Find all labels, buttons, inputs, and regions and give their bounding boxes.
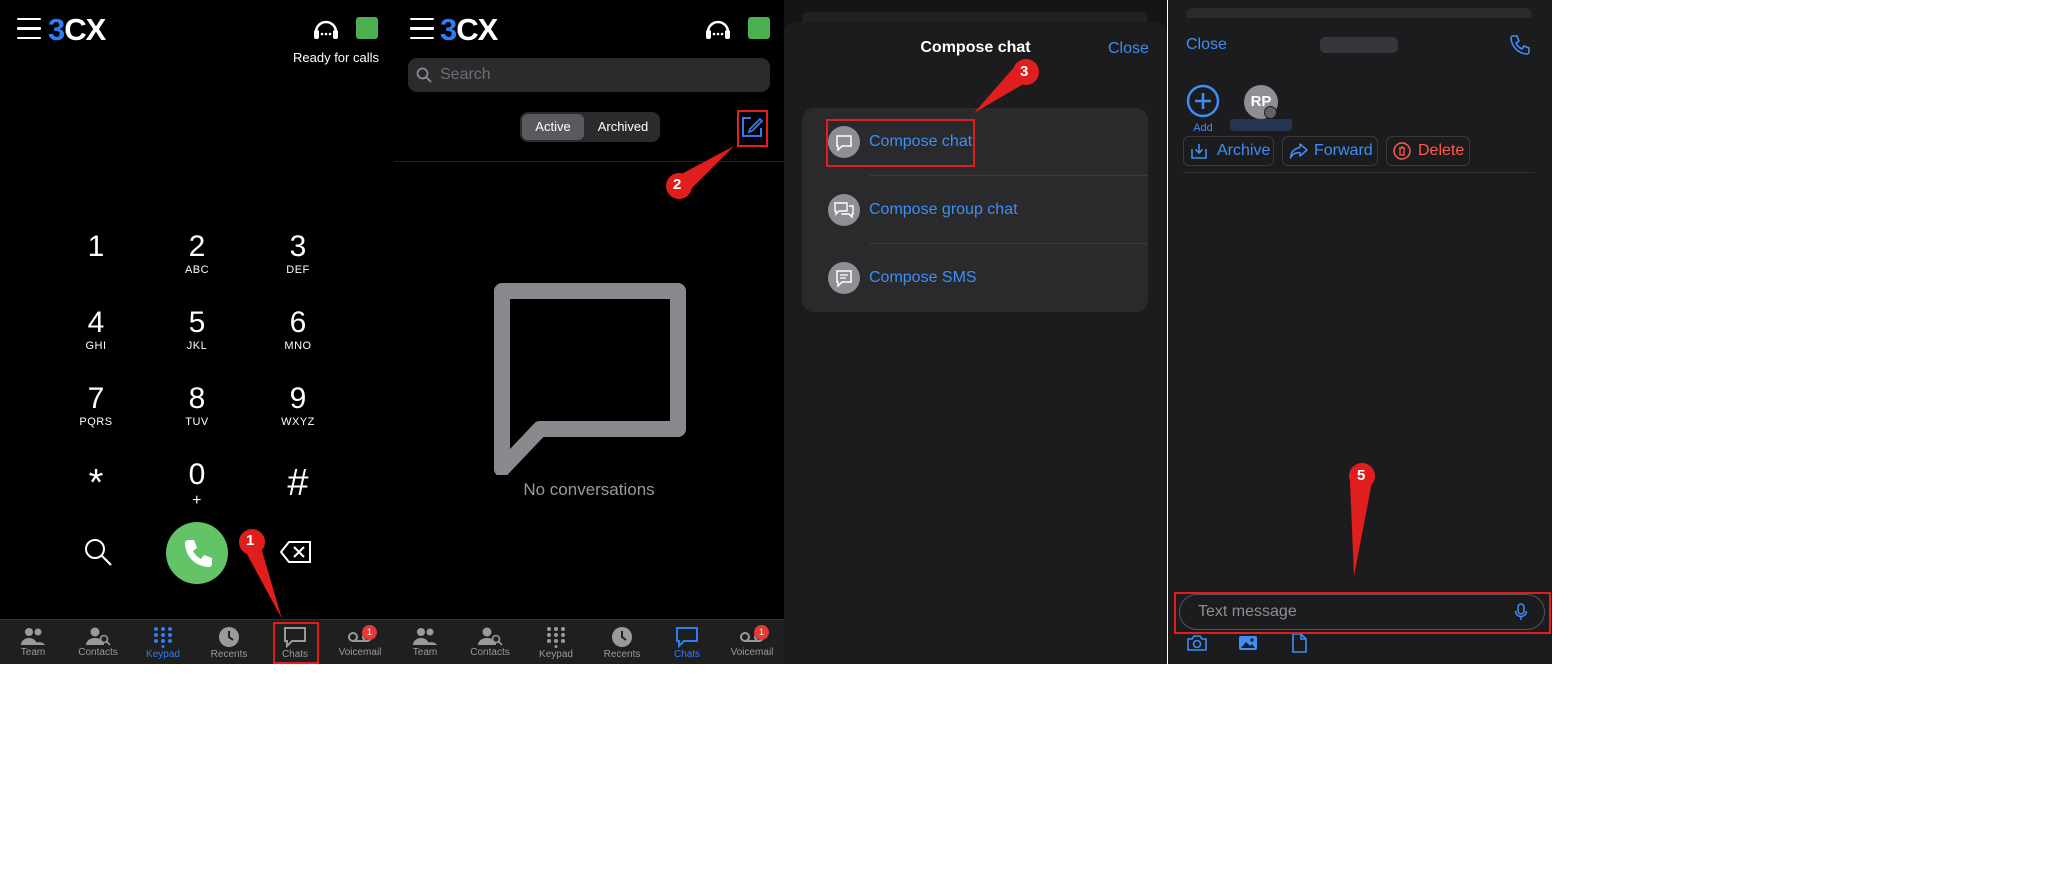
- attach-file-icon[interactable]: [1291, 633, 1307, 658]
- tab-recents[interactable]: Recents: [592, 622, 652, 660]
- step-callout-5: 5: [1346, 462, 1378, 583]
- step-callout-3: 3: [970, 59, 1042, 120]
- forward-icon: [1289, 143, 1308, 159]
- chats-screen: 3CX Search Active Archived No conversati…: [394, 0, 784, 664]
- participant-label-blurred: [1230, 119, 1292, 131]
- tab-team[interactable]: Team: [3, 622, 63, 658]
- phone-icon: [185, 540, 212, 567]
- app-logo: 3CX: [48, 12, 106, 47]
- key-4[interactable]: 4 GHI: [56, 306, 136, 352]
- segment-active[interactable]: Active: [522, 114, 584, 140]
- tab-keypad[interactable]: Keypad: [526, 622, 586, 660]
- call-button[interactable]: [166, 522, 228, 584]
- key-1[interactable]: 1: [56, 230, 136, 264]
- clock-icon: [219, 627, 239, 647]
- contacts-icon: [478, 627, 503, 646]
- presence-status-indicator[interactable]: [748, 17, 770, 39]
- app-logo: 3CX: [440, 12, 498, 47]
- group-chat-icon: [828, 194, 860, 226]
- tab-bar: Team Contacts Keypad Recents Chats Voice…: [394, 619, 784, 664]
- search-icon[interactable]: [82, 536, 114, 573]
- key-6[interactable]: 6 MNO: [258, 306, 338, 352]
- search-icon: [416, 67, 432, 83]
- key-5[interactable]: 5 JKL: [157, 306, 237, 352]
- archive-button[interactable]: Archive: [1183, 136, 1274, 166]
- highlight-box-message-input: [1174, 592, 1551, 634]
- team-icon: [21, 628, 45, 645]
- contacts-icon: [86, 627, 111, 646]
- status-text: Ready for calls: [293, 50, 379, 65]
- key-9[interactable]: 9 WXYZ: [258, 382, 338, 428]
- highlight-box-compose-icon: [737, 110, 768, 147]
- segment-archived[interactable]: Archived: [588, 114, 658, 140]
- close-button[interactable]: Close: [1108, 40, 1149, 58]
- voicemail-badge: 1: [362, 625, 377, 640]
- headset-icon[interactable]: [704, 16, 732, 47]
- menu-icon[interactable]: [17, 18, 41, 40]
- delete-button[interactable]: Delete: [1386, 136, 1470, 166]
- archive-icon: [1191, 144, 1207, 159]
- compose-group-chat-option[interactable]: Compose group chat: [802, 176, 1148, 244]
- active-archived-toggle: Active Archived: [520, 112, 660, 142]
- key-7[interactable]: 7 PQRS: [56, 382, 136, 428]
- clock-icon: [612, 627, 632, 647]
- tab-voicemail[interactable]: Voicemail: [330, 622, 390, 658]
- tab-bar: Team Contacts Keypad Recents Chats Voice…: [0, 619, 394, 664]
- voicemail-badge: 1: [754, 625, 769, 640]
- camera-icon[interactable]: [1186, 634, 1208, 657]
- add-participant-button[interactable]: Add: [1186, 84, 1220, 134]
- search-placeholder: Search: [440, 66, 491, 83]
- search-input[interactable]: Search: [408, 58, 770, 92]
- presence-status-indicator[interactable]: [356, 17, 378, 39]
- keypad-icon: [547, 627, 565, 648]
- key-hash[interactable]: #: [258, 458, 338, 502]
- step-callout-2: 2: [666, 144, 736, 207]
- keypad-screen: 3CX Ready for calls 1 2 ABC 3 DEF 4 GHI 5 JKL 6 MN…: [0, 0, 394, 664]
- tab-voicemail[interactable]: Voicemail: [722, 622, 782, 658]
- participant-name-blurred: [1320, 37, 1398, 53]
- highlight-box-chats-tab: [273, 622, 319, 664]
- empty-state-text: No conversations: [523, 480, 655, 499]
- add-icon: [1186, 84, 1220, 118]
- key-8[interactable]: 8 TUV: [157, 382, 237, 428]
- step-callout-1: 1: [238, 527, 288, 627]
- tab-team[interactable]: Team: [395, 622, 455, 658]
- tab-keypad[interactable]: Keypad: [133, 622, 193, 660]
- image-icon[interactable]: [1238, 634, 1258, 657]
- forward-button[interactable]: Forward: [1282, 136, 1378, 166]
- tab-chats[interactable]: Chats: [657, 622, 717, 660]
- highlight-box-compose-chat: [826, 119, 975, 167]
- menu-icon[interactable]: [410, 18, 434, 40]
- tab-contacts[interactable]: Contacts: [68, 622, 128, 658]
- compose-sms-option[interactable]: Compose SMS: [802, 244, 1148, 312]
- key-star[interactable]: *: [56, 458, 136, 502]
- avatar-status-dot: [1264, 106, 1277, 119]
- sms-icon: [828, 262, 860, 294]
- key-0[interactable]: 0 +: [157, 458, 237, 510]
- tab-recents[interactable]: Recents: [199, 622, 259, 660]
- divider: [1183, 172, 1535, 173]
- tab-contacts[interactable]: Contacts: [460, 622, 520, 658]
- key-3[interactable]: 3 DEF: [258, 230, 338, 276]
- trash-icon: [1393, 142, 1411, 160]
- headset-icon[interactable]: [312, 16, 340, 47]
- chat-bubble-icon: [676, 627, 698, 648]
- phone-icon[interactable]: [1509, 34, 1531, 61]
- close-button[interactable]: Close: [1186, 36, 1227, 54]
- team-icon: [413, 628, 437, 645]
- keypad-icon: [154, 627, 172, 648]
- key-2[interactable]: 2 ABC: [157, 230, 237, 276]
- empty-chat-icon: [494, 283, 686, 480]
